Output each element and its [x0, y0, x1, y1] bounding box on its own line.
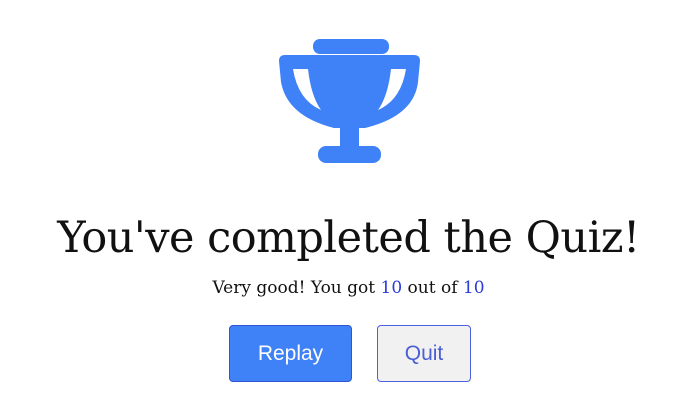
score-summary: Very good! You got 10 out of 10 [0, 276, 687, 300]
score-prefix-text: Very good! You got [212, 278, 381, 298]
score-middle-text: out of [402, 278, 463, 298]
quit-button[interactable]: Quit [377, 325, 471, 382]
trophy-icon [279, 39, 420, 163]
quiz-result-screen: You've completed the Quiz! Very good! Yo… [0, 0, 687, 403]
completion-heading: You've completed the Quiz! [57, 213, 640, 263]
total-value: 10 [462, 278, 485, 298]
score-value: 10 [380, 278, 403, 298]
replay-button[interactable]: Replay [229, 325, 352, 382]
